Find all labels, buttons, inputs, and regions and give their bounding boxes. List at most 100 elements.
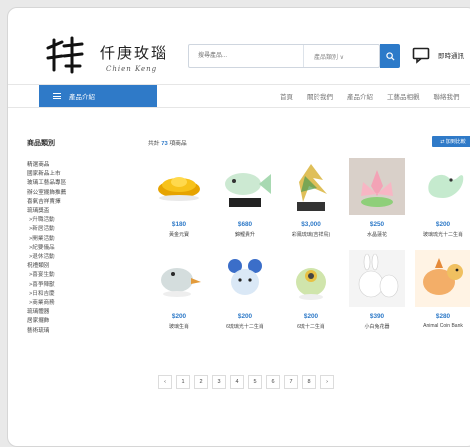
sidebar-subcategory[interactable]: >喜宴生動 <box>27 271 137 280</box>
product-price: $280 <box>435 313 451 320</box>
category-list: 精選商品 國家新品上市 玻璃工藝品專區 辦公室擺飾推薦 喜氣吉祥賣擇 琉璃獎盃 >升職活動 >… <box>27 161 137 336</box>
page-button[interactable]: 2 <box>194 375 208 389</box>
sidebar-subcategory[interactable]: >喜爭陣獸 <box>27 281 137 290</box>
product-card[interactable]: $200 6琉璃光十二生肖 <box>212 250 278 330</box>
category-sidebar: 商品類別 精選商品 國家新品上市 玻璃工藝品專區 辦公室擺飾推薦 喜氣吉祥賣擇 琉璃獎盃 >… <box>27 138 137 336</box>
product-name[interactable]: 錦鯉貴升 <box>235 231 255 238</box>
glass-phoenix-image[interactable] <box>283 158 339 215</box>
product-card[interactable]: $3,000 彩鳳琉璃(吉祥鳥) <box>278 158 344 238</box>
search-icon <box>385 51 395 61</box>
search-category-select[interactable]: 產品類別 ∨ <box>303 45 379 67</box>
pagination: ‹ 1 2 3 4 5 6 7 8 › <box>158 375 334 389</box>
product-name[interactable]: 6琉十二生肖 <box>297 323 325 330</box>
glass-mouse-image[interactable] <box>217 250 273 307</box>
sidebar-subcategory[interactable]: >新居活動 <box>27 225 137 234</box>
product-card[interactable]: $680 錦鯉貴升 <box>212 158 278 238</box>
search-bar: 產品類別 ∨ <box>188 44 380 68</box>
nav-link-crafts[interactable]: 工藝品相觀 <box>387 91 420 101</box>
count-suffix: 項商品 <box>169 141 187 147</box>
product-price: $200 <box>237 313 253 320</box>
nav-link-products[interactable]: 產品介紹 <box>347 91 373 101</box>
sidebar-category[interactable]: 辦公室擺飾推薦 <box>27 189 137 198</box>
compare-button[interactable]: ⇄ 加到比較 <box>432 136 470 147</box>
next-page-button[interactable]: › <box>320 375 334 389</box>
product-card[interactable]: $200 6琉十二生肖 <box>278 250 344 330</box>
prev-page-button[interactable]: ‹ <box>158 375 172 389</box>
sidebar-category[interactable]: 琉璃體器 <box>27 308 137 317</box>
product-name[interactable]: 水晶蓮花 <box>367 231 387 238</box>
animal-coin-bank-image[interactable] <box>415 250 470 307</box>
category-menu-label: 產品介紹 <box>69 94 95 101</box>
search-button[interactable] <box>380 44 400 68</box>
product-name[interactable]: 黃金元寶 <box>169 231 189 238</box>
white-rabbit-vase-image[interactable] <box>349 250 405 307</box>
sidebar-category[interactable]: 喜氣吉祥賣擇 <box>27 198 137 207</box>
main-nav: 產品介紹 首頁 關於我們 產品介紹 工藝品相觀 聯絡我們 <box>8 84 470 108</box>
brand[interactable]: 仟庚玫瑙 Chien Keng <box>100 42 168 73</box>
sidebar-category[interactable]: 玻璃工藝品專區 <box>27 179 137 188</box>
product-card[interactable]: $250 水晶蓮花 <box>344 158 410 238</box>
product-price: $200 <box>303 313 319 320</box>
page-button[interactable]: 6 <box>266 375 280 389</box>
sidebar-category[interactable]: 精選商品 <box>27 161 137 170</box>
product-price: $200 <box>435 221 451 228</box>
sidebar-title: 商品類別 <box>27 140 55 147</box>
product-price: $680 <box>237 221 253 228</box>
chat-label[interactable]: 即時通訊 <box>438 50 464 60</box>
nav-links: 首頁 關於我們 產品介紹 工藝品相觀 聯絡我們 <box>280 85 460 107</box>
sidebar-category[interactable]: 國家新品上市 <box>27 170 137 179</box>
page-button[interactable]: 8 <box>302 375 316 389</box>
hamburger-icon <box>53 93 61 99</box>
glass-chick-image[interactable] <box>283 250 339 307</box>
sidebar-subcategory[interactable]: >退休活動 <box>27 253 137 262</box>
brand-name: 仟庚玫瑙 <box>100 44 169 62</box>
product-name[interactable]: 彩鳳琉璃(吉祥鳥) <box>292 231 330 238</box>
sidebar-category[interactable]: 琉璃獎盃 <box>27 207 137 216</box>
gold-ingot-image[interactable] <box>151 158 207 215</box>
product-price: $3,000 <box>301 221 321 228</box>
product-card[interactable]: $200 玻璃琉光十二生肖 <box>410 158 470 238</box>
product-card[interactable]: $180 黃金元寶 <box>146 158 212 238</box>
product-count: 共計 73 項商品 <box>148 138 187 147</box>
page-frame: 仟庚玫瑙 Chien Keng 產品類別 ∨ 即時通訊 產品介紹 首頁 關於我們… <box>7 7 470 447</box>
category-menu-button[interactable]: 產品介紹 <box>39 85 157 107</box>
page-button[interactable]: 3 <box>212 375 226 389</box>
product-card[interactable]: $390 小白兔花器 <box>344 250 410 330</box>
sidebar-category[interactable]: 祝禮類別 <box>27 262 137 271</box>
product-name[interactable]: 玻璃生肖 <box>169 323 189 330</box>
sidebar-category[interactable]: 藝術琉璃 <box>27 327 137 336</box>
sidebar-subcategory[interactable]: >商業商務 <box>27 299 137 308</box>
sidebar-category[interactable]: 居家擺飾 <box>27 317 137 326</box>
sidebar-subcategory[interactable]: >升職活動 <box>27 216 137 225</box>
page-button[interactable]: 5 <box>248 375 262 389</box>
product-grid: $180 黃金元寶 $680 錦鯉貴升 $3,000 彩鳳琉璃(吉祥鳥) $250 水晶蓮花 $… <box>146 158 470 330</box>
page-button[interactable]: 7 <box>284 375 298 389</box>
glass-fish-image[interactable] <box>217 158 273 215</box>
nav-link-home[interactable]: 首頁 <box>280 91 293 101</box>
product-name[interactable]: 6琉璃光十二生肖 <box>226 323 264 330</box>
sidebar-subcategory[interactable]: >開業活動 <box>27 235 137 244</box>
search-input[interactable] <box>189 45 303 67</box>
crystal-lotus-image[interactable] <box>349 158 405 215</box>
nav-link-about[interactable]: 關於我們 <box>307 91 333 101</box>
nav-link-contact[interactable]: 聯絡我們 <box>434 91 460 101</box>
logo-icon[interactable] <box>44 36 86 74</box>
product-card[interactable]: $280 Animal Coin Bank <box>410 250 470 330</box>
count-prefix: 共計 <box>148 141 160 147</box>
page-button[interactable]: 1 <box>176 375 190 389</box>
chat-icon[interactable] <box>412 46 430 64</box>
glass-bird-image[interactable] <box>151 250 207 307</box>
product-price: $180 <box>171 221 187 228</box>
product-price: $250 <box>369 221 385 228</box>
product-name[interactable]: Animal Coin Bank <box>423 323 463 329</box>
glass-zodiac-dragon-image[interactable] <box>415 158 470 215</box>
sidebar-subcategory[interactable]: >紀要儀品 <box>27 244 137 253</box>
product-name[interactable]: 小白兔花器 <box>364 323 389 330</box>
page-button[interactable]: 4 <box>230 375 244 389</box>
sidebar-subcategory[interactable]: >日和吉慶 <box>27 290 137 299</box>
brand-tagline: Chien Keng <box>106 65 158 73</box>
product-price: $200 <box>171 313 187 320</box>
product-card[interactable]: $200 玻璃生肖 <box>146 250 212 330</box>
product-name[interactable]: 玻璃琉光十二生肖 <box>423 231 463 238</box>
product-price: $390 <box>369 313 385 320</box>
